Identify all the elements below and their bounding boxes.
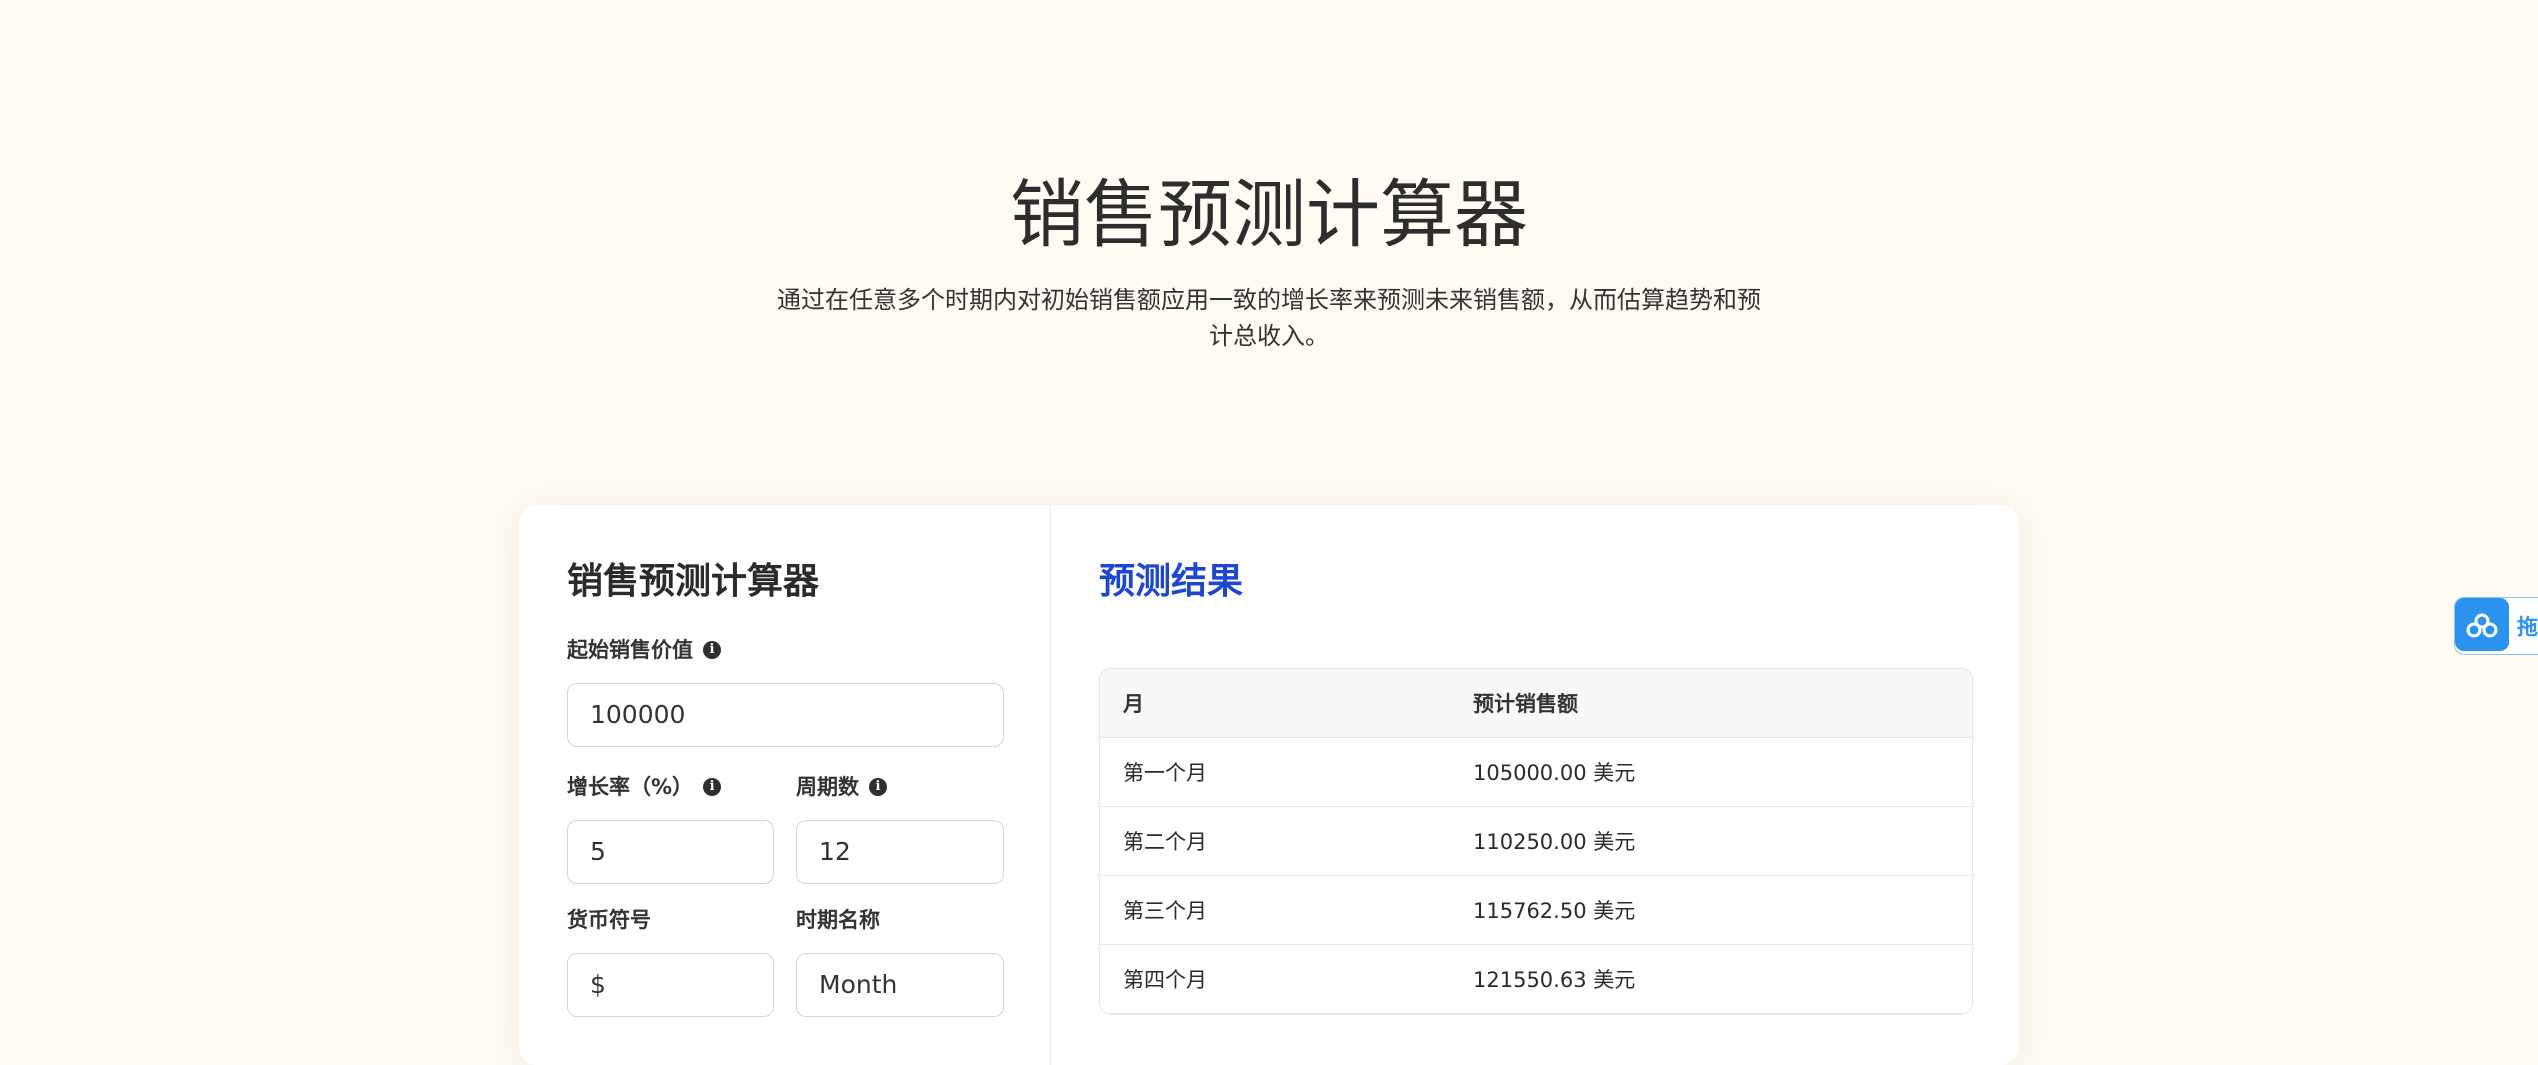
table-header-row: 月 预计销售额 [1100,669,1972,738]
panel-divider [1050,505,1051,1065]
periods-label: 周期数 i [796,772,887,802]
results-table: 月 预计销售额 第一个月 105000.00 美元 第二个月 110250.00… [1099,668,1973,1015]
sales-cell: 121550.63 美元 [1473,968,1636,992]
period-cell: 第三个月 [1123,899,1207,923]
side-drag-widget[interactable]: 拖 [2454,597,2538,655]
info-icon[interactable]: i [869,778,887,796]
table-row: 第一个月 105000.00 美元 [1100,738,1972,807]
period-name-label: 时期名称 [796,905,880,935]
calculator-card: 销售预测计算器 起始销售价值 i 100000 增长率（%） i 5 周期数 i… [519,505,2019,1065]
growth-rate-label: 增长率（%） i [567,772,722,802]
start-value-label-text: 起始销售价值 [567,638,693,662]
period-name-label-text: 时期名称 [796,908,880,932]
currency-label: 货币符号 [567,905,651,935]
page-description: 通过在任意多个时期内对初始销售额应用一致的增长率来预测未来销售额，从而估算趋势和… [777,286,1761,350]
page-title: 销售预测计算器 [1010,172,1528,258]
cloud-icon[interactable] [2455,598,2509,651]
period-cell: 第一个月 [1123,761,1207,785]
growth-rate-input[interactable]: 5 [567,820,774,884]
growth-rate-label-text: 增长率（%） [567,775,694,799]
start-value-label: 起始销售价值 i [567,635,721,665]
table-row: 第四个月 121550.63 美元 [1100,945,1972,1014]
column-header-month: 月 [1123,692,1144,716]
column-header-sales: 预计销售额 [1473,692,1578,716]
results-heading: 预测结果 [1099,561,1244,602]
start-value-input[interactable]: 100000 [567,683,1004,747]
table-row: 第三个月 115762.50 美元 [1100,876,1972,945]
sales-cell: 105000.00 美元 [1473,761,1636,785]
info-icon[interactable]: i [703,778,722,796]
period-cell: 第四个月 [1123,968,1207,992]
info-icon[interactable]: i [703,641,721,659]
periods-input[interactable]: 12 [796,820,1004,884]
sales-cell: 115762.50 美元 [1473,899,1636,923]
periods-label-text: 周期数 [796,775,859,799]
period-name-input[interactable]: Month [796,953,1004,1017]
currency-label-text: 货币符号 [567,908,651,932]
table-row: 第二个月 110250.00 美元 [1100,807,1972,876]
currency-input[interactable]: $ [567,953,774,1017]
form-heading: 销售预测计算器 [567,561,820,602]
side-widget-label[interactable]: 拖 [2517,611,2538,641]
period-cell: 第二个月 [1123,830,1207,854]
sales-cell: 110250.00 美元 [1473,830,1636,854]
